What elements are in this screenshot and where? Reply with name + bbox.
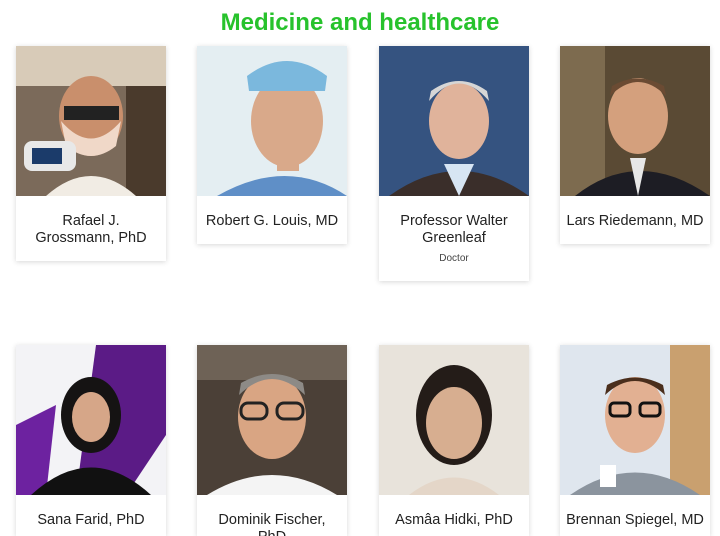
person-photo [379,46,529,196]
person-name: Dominik Fischer, PhD [218,512,326,536]
person-card[interactable]: Lars Riedemann, MD [560,46,710,244]
section-title: Medicine and healthcare [220,9,500,36]
person-name: Robert G. Louis, MD [205,213,339,229]
person-name: Asmâa Hidki, PhD [395,512,513,528]
person-name: Sana Farid, PhD [37,512,145,528]
person-card[interactable]: Brennan Spiegel, MD [560,345,710,536]
person-photo [197,46,347,196]
person-card[interactable]: Professor Walter Greenleaf Doctor [379,46,529,281]
person-name: Professor Walter Greenleaf [400,213,508,246]
person-card[interactable]: Robert G. Louis, MD [197,46,347,244]
person-card[interactable]: Sana Farid, PhD [16,345,166,536]
person-name: Lars Riedemann, MD [566,213,704,229]
person-photo [16,345,166,495]
person-photo [560,46,710,196]
person-photo [16,46,166,196]
person-photo [379,345,529,495]
person-name: Rafael J. Grossmann, PhD [35,213,147,246]
person-photo [560,345,710,495]
person-role: Doctor [439,253,469,264]
person-card[interactable]: Dominik Fischer, PhD [197,345,347,536]
person-name: Brennan Spiegel, MD [566,512,704,528]
person-photo [197,345,347,495]
person-card[interactable]: Rafael J. Grossmann, PhD [16,46,166,261]
person-card[interactable]: Asmâa Hidki, PhD [379,345,529,536]
